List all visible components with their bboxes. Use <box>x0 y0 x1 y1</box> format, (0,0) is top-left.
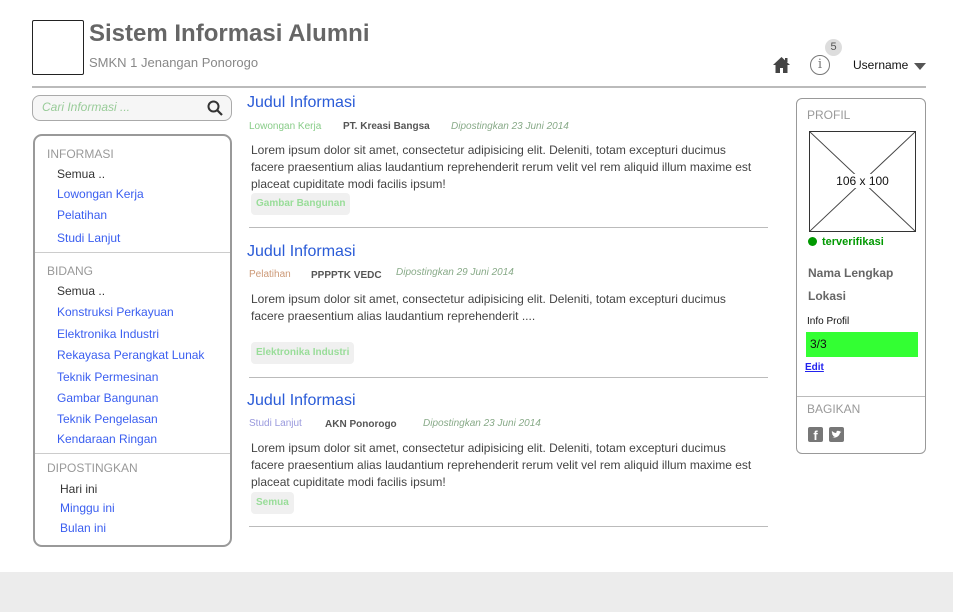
section-heading-dipostingkan: DIPOSTINGKAN <box>47 461 138 475</box>
divider <box>35 453 230 454</box>
username-menu[interactable]: Username <box>853 58 908 72</box>
post-title[interactable]: Judul Informasi <box>247 243 356 261</box>
post-tag[interactable]: Elektronika Industri <box>251 342 355 364</box>
post-organization: AKN Ponorogo <box>325 419 397 430</box>
notification-badge: 5 <box>825 39 842 56</box>
post-date: Dipostingkan 23 Juni 2014 <box>451 121 569 132</box>
post-category[interactable]: Studi Lanjut <box>249 418 302 429</box>
post-body: Lorem ipsum dolor sit amet, consectetur … <box>251 441 752 489</box>
post-date: Dipostingkan 29 Juni 2014 <box>396 267 514 278</box>
verified-status: terverifikasi <box>822 236 884 248</box>
post-title[interactable]: Judul Informasi <box>247 94 356 112</box>
divider <box>249 377 768 378</box>
filter-minggu-ini[interactable]: Minggu ini <box>60 501 115 515</box>
bidang-item[interactable]: Gambar Bangunan <box>57 391 158 405</box>
profile-heading: PROFIL <box>807 108 851 122</box>
app-title: Sistem Informasi Alumni <box>89 20 370 47</box>
post-tag[interactable]: Gambar Bangunan <box>251 193 351 215</box>
filter-studi-lanjut[interactable]: Studi Lanjut <box>57 231 120 245</box>
bidang-item[interactable]: Elektronika Industri <box>57 327 159 341</box>
profile-panel: PROFIL 106 x 100 terverifikasi Nama Leng… <box>796 98 926 454</box>
filter-semua[interactable]: Semua .. <box>57 167 105 181</box>
profile-image-placeholder: 106 x 100 <box>809 131 916 232</box>
profile-location: Lokasi <box>808 289 847 303</box>
post-body: Lorem ipsum dolor sit amet, consectetur … <box>251 143 752 191</box>
home-icon[interactable] <box>772 56 791 79</box>
search-input[interactable] <box>42 100 202 114</box>
bidang-item[interactable]: Rekayasa Perangkat Lunak <box>57 348 204 362</box>
footer-bar <box>0 572 953 612</box>
bidang-item[interactable]: Teknik Pengelasan <box>57 412 158 426</box>
image-size-label: 106 x 100 <box>834 174 891 188</box>
edit-profile-link[interactable]: Edit <box>805 362 824 373</box>
post-organization: PT. Kreasi Bangsa <box>343 121 430 132</box>
profile-progress-bar: 3/3 <box>806 332 918 357</box>
bidang-item[interactable]: Teknik Permesinan <box>57 370 158 384</box>
filter-hari-ini[interactable]: Hari ini <box>60 482 97 496</box>
profile-name: Nama Lengkap <box>808 266 894 280</box>
post-organization: PPPPTK VEDC <box>311 270 382 281</box>
verified-dot-icon <box>808 237 817 246</box>
facebook-icon[interactable]: f <box>808 427 823 443</box>
divider <box>797 396 925 397</box>
filter-lowongan-kerja[interactable]: Lowongan Kerja <box>57 187 144 201</box>
divider <box>249 526 768 527</box>
post-tag[interactable]: Semua <box>251 492 294 514</box>
bidang-item[interactable]: Konstruksi Perkayuan <box>57 305 174 319</box>
filter-sidebar: INFORMASI Semua .. Lowongan Kerja Pelati… <box>33 134 232 547</box>
app-subtitle: SMKN 1 Jenangan Ponorogo <box>89 55 259 70</box>
search-icon[interactable] <box>207 100 223 121</box>
bidang-item[interactable]: Kendaraan Ringan <box>57 432 157 446</box>
profile-info-label: Info Profil <box>807 316 850 327</box>
section-heading-informasi: INFORMASI <box>47 147 114 161</box>
header-divider <box>32 86 926 88</box>
divider <box>249 227 768 228</box>
logo-placeholder <box>32 20 84 75</box>
filter-bulan-ini[interactable]: Bulan ini <box>60 521 106 535</box>
twitter-icon[interactable] <box>829 427 844 442</box>
post-title[interactable]: Judul Informasi <box>247 392 356 410</box>
post-date: Dipostingkan 23 Juni 2014 <box>423 418 541 429</box>
share-heading: BAGIKAN <box>807 402 861 416</box>
post-body: Lorem ipsum dolor sit amet, consectetur … <box>251 292 726 323</box>
info-icon[interactable]: i <box>810 55 830 75</box>
bidang-item[interactable]: Semua .. <box>57 284 105 298</box>
section-heading-bidang: BIDANG <box>47 264 94 278</box>
search-box <box>32 95 232 121</box>
divider <box>35 252 230 253</box>
filter-pelatihan[interactable]: Pelatihan <box>57 208 107 222</box>
post-category[interactable]: Lowongan Kerja <box>249 121 321 132</box>
post-category[interactable]: Pelatihan <box>249 269 291 280</box>
chevron-down-icon[interactable] <box>914 63 926 70</box>
